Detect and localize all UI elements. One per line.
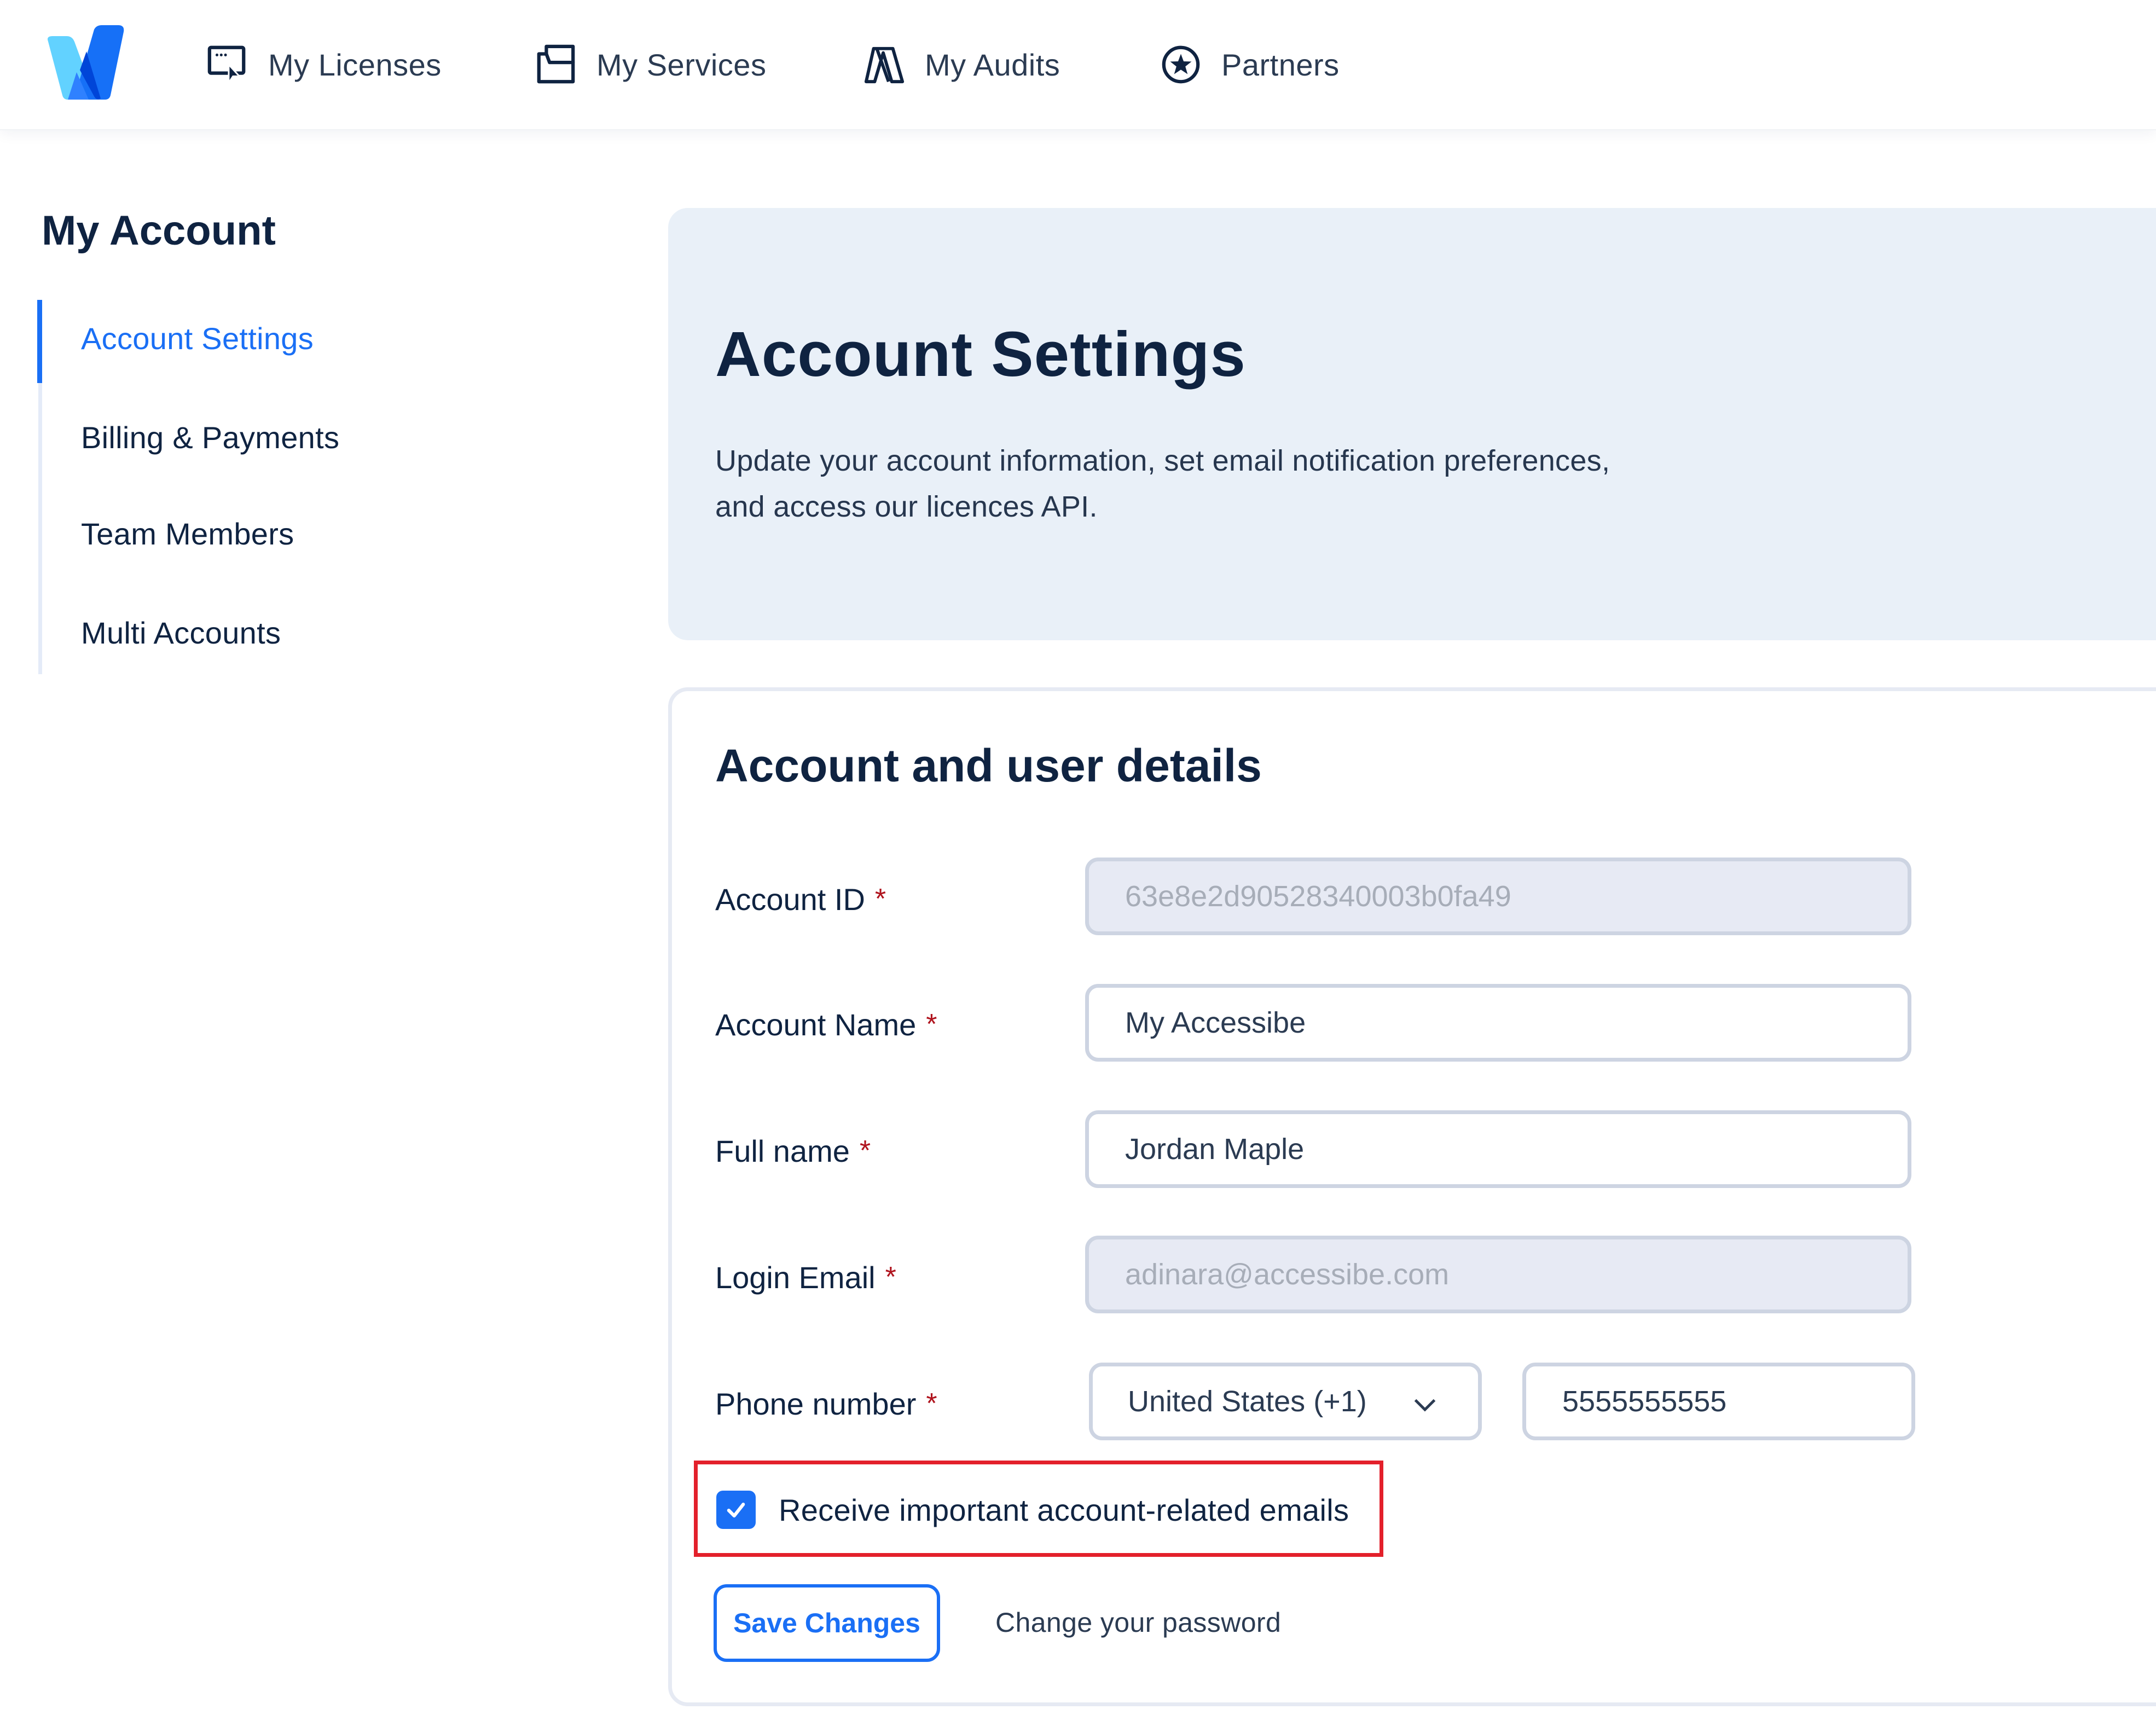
nav-my-audits[interactable]: My Audits	[862, 38, 1060, 91]
account-emails-checkbox[interactable]	[716, 1491, 756, 1529]
nav-label: My Licenses	[268, 47, 442, 82]
sidebar-item-team-members[interactable]: Team Members	[81, 501, 294, 566]
sidebar-item-billing-payments[interactable]: Billing & Payments	[81, 404, 339, 470]
account-name-field[interactable]	[1085, 984, 1911, 1062]
country-code-select[interactable]: United States (+1)	[1089, 1363, 1482, 1440]
top-navigation: My Licenses My Services My Audits Partne…	[0, 0, 2156, 130]
country-code-value: United States (+1)	[1128, 1385, 1367, 1418]
account-name-label: Account Name *	[715, 997, 937, 1052]
change-password-link[interactable]: Change your password	[995, 1595, 1281, 1650]
required-marker: *	[859, 1135, 871, 1167]
nav-my-licenses[interactable]: My Licenses	[206, 38, 442, 91]
phone-number-field[interactable]	[1522, 1363, 1915, 1440]
star-circle-icon	[1159, 43, 1203, 86]
field-label-text: Full name	[715, 1133, 850, 1168]
account-details-card: Account and user details Account ID * Ac…	[668, 687, 2156, 1706]
full-name-field[interactable]	[1085, 1110, 1911, 1188]
screen-cursor-icon	[206, 43, 250, 86]
page-subtitle: Update your account information, set ema…	[715, 438, 1810, 530]
account-emails-label[interactable]: Receive important account-related emails	[779, 1484, 1349, 1536]
save-changes-button[interactable]: Save Changes	[714, 1584, 940, 1662]
field-label-text: Account Name	[715, 1007, 917, 1042]
nav-label: My Audits	[925, 47, 1060, 82]
required-marker: *	[885, 1261, 896, 1293]
accessibe-logo-icon[interactable]	[44, 25, 127, 103]
sidebar-title: My Account	[42, 207, 276, 254]
login-email-label: Login Email *	[715, 1250, 896, 1305]
full-name-label: Full name *	[715, 1123, 871, 1178]
login-email-field[interactable]	[1085, 1236, 1911, 1313]
nav-partners[interactable]: Partners	[1159, 38, 1340, 91]
nav-label: My Services	[596, 47, 767, 82]
page-header-banner: Account Settings Update your account inf…	[668, 208, 2156, 640]
sidebar-item-account-settings[interactable]: Account Settings	[81, 305, 314, 371]
required-marker: *	[874, 883, 886, 915]
account-id-label: Account ID *	[715, 872, 886, 926]
section-title: Account and user details	[715, 740, 1262, 791]
consent-highlight-box: Receive important account-related emails	[694, 1461, 1383, 1557]
account-id-field[interactable]	[1085, 858, 1911, 935]
folder-icon	[534, 43, 578, 86]
field-label-text: Account ID	[715, 882, 865, 917]
nav-my-services[interactable]: My Services	[534, 38, 766, 91]
required-marker: *	[926, 1009, 937, 1040]
field-label-text: Login Email	[715, 1260, 876, 1295]
audit-icon	[862, 43, 906, 86]
nav-label: Partners	[1221, 47, 1340, 82]
checkmark-icon	[727, 1503, 745, 1518]
page-title: Account Settings	[715, 318, 1246, 390]
page-subtitle-line: and access our licences API.	[715, 490, 1098, 523]
chevron-down-icon	[1414, 1399, 1436, 1412]
field-label-text: Phone number	[715, 1386, 917, 1421]
page-subtitle-line: Update your account information, set ema…	[715, 444, 1610, 477]
sidebar-item-multi-accounts[interactable]: Multi Accounts	[81, 600, 281, 665]
phone-number-label: Phone number *	[715, 1376, 937, 1431]
sidebar-active-indicator	[37, 300, 42, 383]
required-marker: *	[926, 1388, 937, 1419]
